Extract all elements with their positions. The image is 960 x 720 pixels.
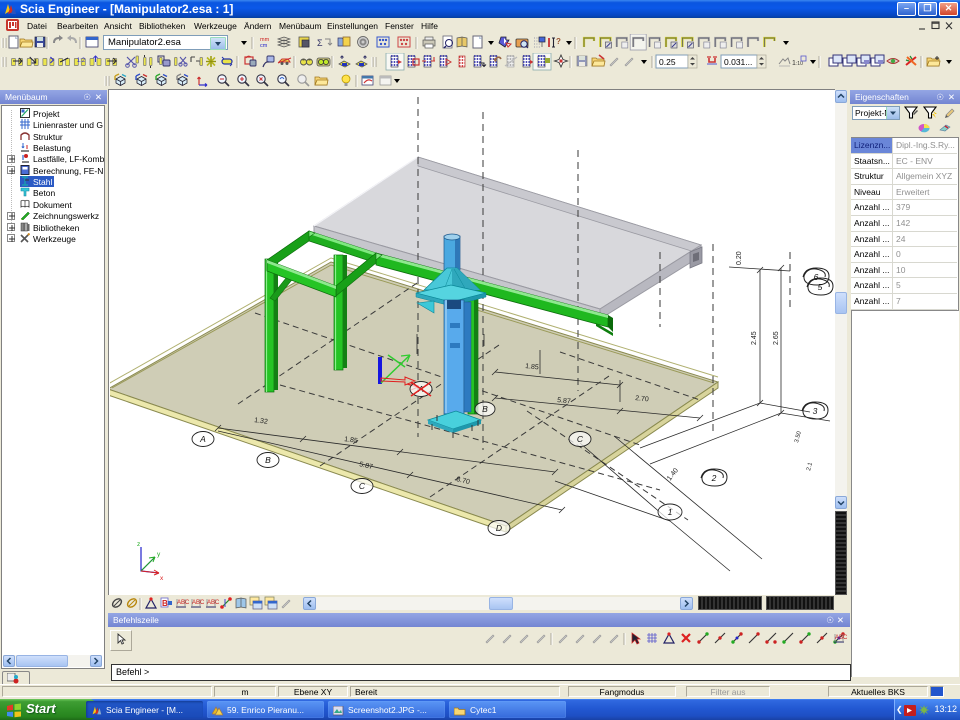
svg-text:ABC: ABC bbox=[835, 635, 848, 641]
svg-text:3: 3 bbox=[813, 406, 818, 416]
svg-text:1:2: 1:2 bbox=[77, 58, 86, 64]
svg-text:5.87: 5.87 bbox=[557, 397, 571, 405]
svg-text:6: 6 bbox=[814, 272, 819, 282]
svg-text:ABC: ABC bbox=[192, 600, 205, 606]
svg-text:0.25: 0.25 bbox=[659, 57, 676, 67]
svg-text:0.20: 0.20 bbox=[736, 251, 743, 265]
svg-text:C: C bbox=[577, 434, 584, 444]
svg-text:B: B bbox=[482, 404, 488, 414]
svg-text:2: 2 bbox=[711, 473, 717, 483]
svg-text:ABC: ABC bbox=[207, 600, 220, 606]
svg-text:0.031...: 0.031... bbox=[724, 57, 752, 67]
svg-text:1.40: 1.40 bbox=[666, 467, 680, 482]
svg-text:x: x bbox=[160, 575, 164, 582]
svg-text:3.50: 3.50 bbox=[794, 430, 803, 443]
svg-text:2.70: 2.70 bbox=[635, 395, 649, 403]
svg-text:1.85: 1.85 bbox=[525, 363, 539, 371]
svg-text:2.1: 2.1 bbox=[806, 461, 814, 471]
svg-text:ABC: ABC bbox=[177, 600, 190, 606]
svg-text:C: C bbox=[359, 481, 366, 491]
svg-text:2.45: 2.45 bbox=[751, 331, 758, 345]
svg-text:cm: cm bbox=[260, 43, 268, 49]
svg-text:D: D bbox=[496, 523, 502, 533]
svg-text:5: 5 bbox=[818, 282, 823, 292]
svg-text:2.65: 2.65 bbox=[773, 331, 780, 345]
svg-text:y: y bbox=[157, 551, 161, 558]
svg-text:1: 1 bbox=[668, 507, 673, 517]
svg-text:?: ? bbox=[556, 37, 561, 46]
svg-text:A: A bbox=[199, 434, 206, 444]
svg-text:B: B bbox=[162, 599, 168, 608]
svg-text:Σ: Σ bbox=[317, 38, 323, 48]
svg-text:z: z bbox=[137, 541, 140, 548]
svg-text:B: B bbox=[265, 455, 271, 465]
